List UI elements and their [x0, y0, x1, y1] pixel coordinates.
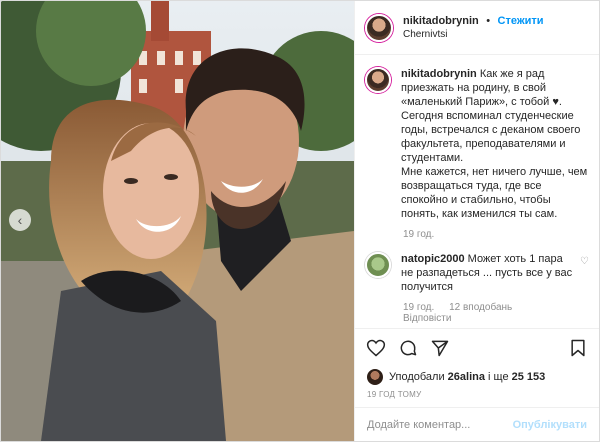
likes-summary: Уподобали 26alina і ще 25 153 [355, 366, 599, 388]
bookmark-icon[interactable] [565, 335, 591, 361]
heart-icon[interactable]: ♡ [580, 256, 589, 267]
likes-prefix: Уподобали [389, 371, 445, 383]
chevron-left-icon[interactable]: ‹ [9, 209, 31, 231]
caption-time[interactable]: 19 год. [403, 229, 434, 240]
post-header: nikitadobrynin • Стежити Chernivtsi [355, 1, 599, 55]
comment-icon[interactable] [395, 335, 421, 361]
comment-avatar[interactable] [365, 252, 391, 278]
likes-count[interactable]: 25 153 [512, 371, 546, 383]
caption-username[interactable]: nikitadobrynin [401, 68, 477, 80]
share-icon[interactable] [427, 335, 453, 361]
separator-dot: • [486, 15, 491, 27]
comment-likes[interactable]: 12 вподобань [449, 302, 512, 313]
publish-button[interactable]: Опублікувати [513, 419, 587, 431]
avatar[interactable] [365, 13, 393, 42]
liker-avatar[interactable] [367, 369, 383, 385]
liker-username[interactable]: 26alina [448, 371, 485, 383]
comment-username[interactable]: natopic2000 [401, 253, 465, 265]
post-timestamp[interactable]: 19 ГОД ТОМУ [355, 388, 599, 407]
instagram-post: ‹ nikitadobrynin • Стежити Chernivtsi ni… [0, 0, 600, 442]
follow-button[interactable]: Стежити [498, 15, 544, 27]
comments-area: nikitadobrynin Как же я рад приезжать на… [355, 55, 599, 328]
comment-meta: 19 год. 12 вподобань Відповісти [403, 302, 589, 324]
comment-time[interactable]: 19 год. [403, 302, 434, 313]
post-sidebar: nikitadobrynin • Стежити Chernivtsi niki… [354, 1, 599, 441]
comment-text-block: natopic2000 Может хоть 1 пара не разпаде… [401, 252, 574, 294]
selfie-image [1, 1, 354, 441]
list-item: natopic2000 Может хоть 1 пара не разпаде… [365, 252, 589, 294]
add-comment-bar: Опублікувати [355, 407, 599, 441]
caption-text: Как же я рад приезжать на родину, в свой… [401, 68, 588, 220]
caption-meta: 19 год. [403, 229, 589, 240]
caption-avatar[interactable] [365, 67, 391, 93]
caption: nikitadobrynin Как же я рад приезжать на… [365, 67, 589, 221]
location-link[interactable]: Chernivtsi [403, 28, 544, 42]
likes-suffix: і ще [488, 371, 509, 383]
post-photo[interactable]: ‹ [1, 1, 354, 441]
header-username[interactable]: nikitadobrynin [403, 15, 479, 27]
comment-input[interactable] [367, 418, 513, 431]
header-text: nikitadobrynin • Стежити Chernivtsi [403, 13, 544, 42]
action-bar [355, 328, 599, 366]
caption-text-block: nikitadobrynin Как же я рад приезжать на… [401, 67, 589, 221]
reply-button[interactable]: Відповісти [403, 313, 589, 324]
heart-icon[interactable] [363, 335, 389, 361]
